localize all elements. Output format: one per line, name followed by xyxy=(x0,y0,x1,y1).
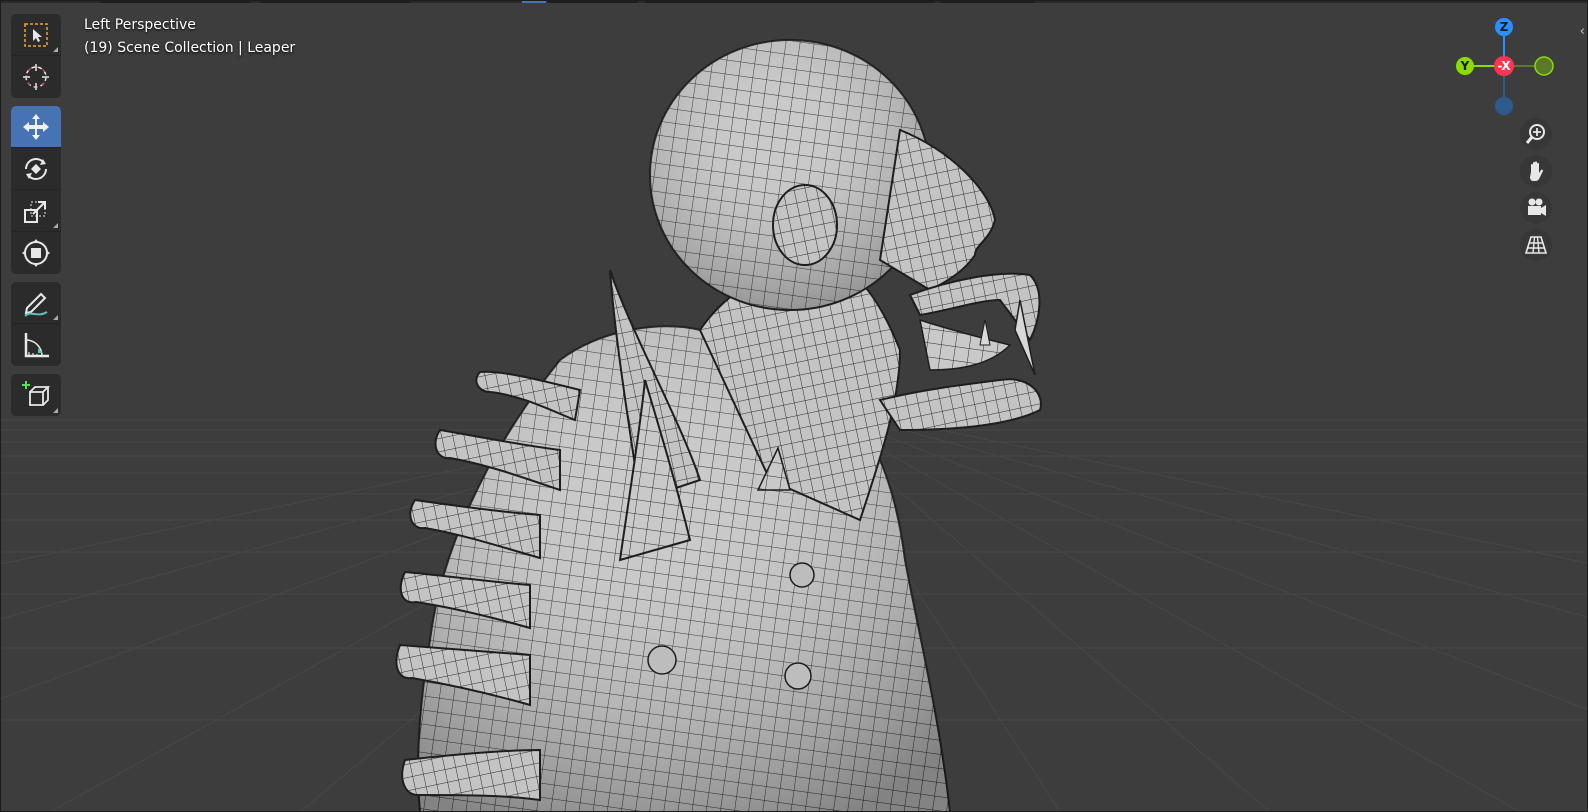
gizmo-x-label: -X xyxy=(1497,59,1511,73)
move-icon xyxy=(23,113,49,140)
tool-group-transform xyxy=(11,14,61,98)
gizmo-y-label: Y xyxy=(1460,59,1470,73)
camera-view-button[interactable] xyxy=(1520,192,1552,224)
measure-icon xyxy=(24,333,49,358)
tool-rotate[interactable] xyxy=(11,148,61,190)
navigation-gizmo[interactable]: Z Y -X xyxy=(1450,12,1560,122)
tool-group-annotate xyxy=(11,282,61,366)
header-strip xyxy=(0,0,1588,3)
grid-view-icon xyxy=(1525,236,1547,254)
gizmo-neg-y xyxy=(1534,56,1554,76)
sidebar-toggle-arrow[interactable]: ‹ xyxy=(1580,24,1585,39)
gizmo-neg-z xyxy=(1495,97,1513,115)
rotate-icon xyxy=(25,157,47,180)
nub xyxy=(647,645,677,675)
inner-mouth xyxy=(919,318,1012,371)
tool-move[interactable] xyxy=(11,106,61,148)
orthographic-toggle-button[interactable] xyxy=(1520,229,1552,261)
cursor-icon xyxy=(23,64,49,90)
camera-icon xyxy=(1528,198,1546,216)
tool-transform[interactable] xyxy=(11,232,61,274)
tool-cursor[interactable] xyxy=(11,56,61,98)
3d-viewport[interactable]: Left Perspective (19) Scene Collection |… xyxy=(0,0,1588,812)
tool-add-cube[interactable] xyxy=(11,374,61,416)
viewport-navigation xyxy=(1520,118,1554,266)
pan-button[interactable] xyxy=(1520,155,1552,187)
tentacle-6 xyxy=(401,748,541,802)
zoom-button[interactable] xyxy=(1520,118,1552,150)
tool-select-box[interactable] xyxy=(11,14,61,56)
ear xyxy=(772,184,838,266)
add-cube-icon xyxy=(22,381,51,406)
transform-icon xyxy=(22,239,50,267)
lower-jaw xyxy=(878,378,1042,432)
face xyxy=(878,128,997,292)
tool-annotate[interactable] xyxy=(11,282,61,324)
tool-measure[interactable] xyxy=(11,324,61,366)
tool-group-edit xyxy=(11,106,61,274)
mesh-object-leaper[interactable] xyxy=(0,0,1588,812)
tool-shelf xyxy=(11,14,61,424)
hand-pan-icon xyxy=(1530,161,1544,181)
gizmo-z-label: Z xyxy=(1500,20,1509,34)
tool-group-add xyxy=(11,374,61,416)
annotate-icon xyxy=(24,292,48,317)
scale-icon xyxy=(24,200,46,223)
view-name-label: Left Perspective xyxy=(84,17,196,33)
tool-scale[interactable] xyxy=(11,190,61,232)
collection-info-label: (19) Scene Collection | Leaper xyxy=(84,40,296,56)
select-box-icon xyxy=(24,22,48,47)
zoom-icon xyxy=(1525,124,1545,144)
